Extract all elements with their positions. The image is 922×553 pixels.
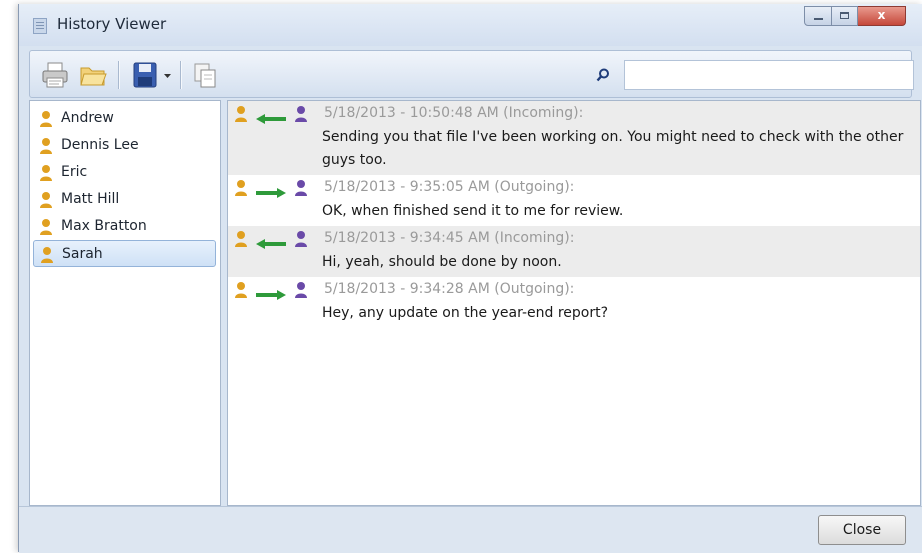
message-text: Hi, yeah, should be done by noon. bbox=[322, 254, 562, 270]
caption-buttons: x bbox=[804, 6, 906, 26]
message-entry: 5/18/2013 - 9:34:45 AM (Incoming): Hi, ye… bbox=[228, 226, 920, 277]
search-input[interactable] bbox=[624, 60, 914, 90]
copy-icon[interactable] bbox=[190, 60, 220, 90]
close-button[interactable]: Close bbox=[818, 515, 906, 545]
app-icon bbox=[33, 18, 47, 34]
save-icon[interactable] bbox=[130, 60, 160, 90]
search-icon bbox=[596, 67, 610, 82]
user-person-icon bbox=[294, 281, 308, 303]
incoming-arrow-icon bbox=[256, 234, 286, 249]
minimize-button[interactable] bbox=[804, 6, 832, 26]
contact-person-icon bbox=[234, 281, 248, 303]
contact-item[interactable]: Max Bratton bbox=[33, 213, 216, 240]
history-viewer-window: History Viewer x Andrew Dennis Lee Eric … bbox=[18, 4, 922, 553]
contact-name: Sarah bbox=[62, 246, 103, 262]
message-text: Sending you that file I've been working … bbox=[322, 129, 904, 168]
contact-name: Max Bratton bbox=[61, 218, 147, 234]
footer-bar: Close bbox=[19, 506, 922, 553]
contact-person-icon bbox=[234, 105, 248, 127]
contact-item[interactable]: Eric bbox=[33, 159, 216, 186]
contact-item[interactable]: Dennis Lee bbox=[33, 132, 216, 159]
contact-item[interactable]: Sarah bbox=[33, 240, 216, 267]
message-text: OK, when finished send it to me for revi… bbox=[322, 203, 624, 219]
message-entry: 5/18/2013 - 9:35:05 AM (Outgoing): OK, wh… bbox=[228, 175, 920, 226]
folder-open-icon[interactable] bbox=[78, 60, 108, 90]
message-timestamp: 5/18/2013 - 10:50:48 AM (Incoming): bbox=[324, 105, 584, 121]
incoming-arrow-icon bbox=[256, 109, 286, 124]
contact-item[interactable]: Matt Hill bbox=[33, 186, 216, 213]
message-timestamp: 5/18/2013 - 9:34:28 AM (Outgoing): bbox=[324, 281, 575, 297]
dropdown-arrow-icon[interactable] bbox=[162, 60, 174, 90]
message-timestamp: 5/18/2013 - 9:34:45 AM (Incoming): bbox=[324, 230, 575, 246]
toolbar-separator bbox=[180, 61, 181, 89]
outgoing-arrow-icon bbox=[256, 183, 286, 198]
contact-name: Andrew bbox=[61, 110, 114, 126]
message-entry: 5/18/2013 - 9:34:28 AM (Outgoing): Hey, a… bbox=[228, 277, 920, 328]
toolbar-separator bbox=[118, 61, 119, 89]
message-text: Hey, any update on the year-end report? bbox=[322, 305, 609, 321]
contact-person-icon bbox=[234, 230, 248, 252]
message-header: 5/18/2013 - 9:35:05 AM (Outgoing): bbox=[228, 175, 920, 199]
message-header: 5/18/2013 - 10:50:48 AM (Incoming): bbox=[228, 101, 920, 125]
window-title: History Viewer bbox=[57, 15, 167, 33]
title-bar[interactable]: History Viewer x bbox=[19, 4, 922, 46]
window-close-button[interactable]: x bbox=[858, 6, 906, 26]
printer-icon[interactable] bbox=[40, 60, 70, 90]
contact-name: Matt Hill bbox=[61, 191, 120, 207]
message-history: 5/18/2013 - 10:50:48 AM (Incoming): Sendi… bbox=[227, 100, 921, 506]
message-entry: 5/18/2013 - 10:50:48 AM (Incoming): Sendi… bbox=[228, 101, 920, 175]
message-header: 5/18/2013 - 9:34:45 AM (Incoming): bbox=[228, 226, 920, 250]
user-person-icon bbox=[294, 179, 308, 201]
contact-name: Dennis Lee bbox=[61, 137, 139, 153]
contact-person-icon bbox=[40, 246, 54, 274]
maximize-button[interactable] bbox=[832, 6, 858, 26]
outgoing-arrow-icon bbox=[256, 285, 286, 300]
toolbar bbox=[29, 50, 914, 98]
contact-item[interactable]: Andrew bbox=[33, 105, 216, 132]
contact-person-icon bbox=[234, 179, 248, 201]
close-icon: x bbox=[877, 8, 886, 22]
message-timestamp: 5/18/2013 - 9:35:05 AM (Outgoing): bbox=[324, 179, 575, 195]
message-header: 5/18/2013 - 9:34:28 AM (Outgoing): bbox=[228, 277, 920, 301]
contact-list: Andrew Dennis Lee Eric Matt Hill Max Bratton… bbox=[29, 100, 221, 506]
user-person-icon bbox=[294, 105, 308, 127]
user-person-icon bbox=[294, 230, 308, 252]
contact-name: Eric bbox=[61, 164, 88, 180]
